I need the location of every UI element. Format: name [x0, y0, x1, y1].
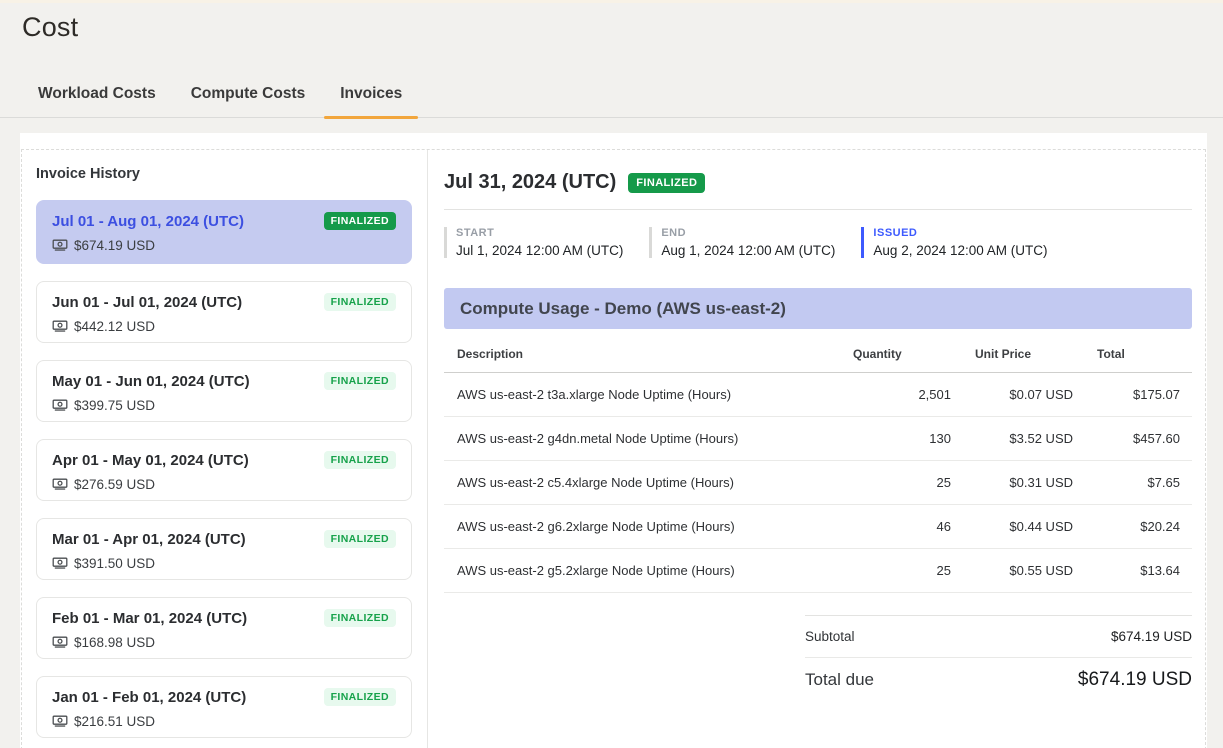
invoice-status-badge: FINALIZED: [324, 293, 396, 311]
cash-icon: [52, 476, 68, 492]
invoice-amount: $391.50 USD: [74, 556, 155, 571]
invoice-period: Apr 01 - May 01, 2024 (UTC): [52, 452, 249, 469]
tab-invoices[interactable]: Invoices: [338, 85, 404, 117]
invoice-period: Jun 01 - Jul 01, 2024 (UTC): [52, 294, 242, 311]
invoice-item-may[interactable]: May 01 - Jun 01, 2024 (UTC) FINALIZED $3…: [36, 360, 412, 422]
cell-unit-price: $3.52 USD: [963, 417, 1085, 461]
content-panel: Invoice History Jul 01 - Aug 01, 2024 (U…: [20, 133, 1207, 748]
invoice-period: Mar 01 - Apr 01, 2024 (UTC): [52, 531, 246, 548]
cell-quantity: 25: [841, 549, 963, 593]
subtotal-row: Subtotal $674.19 USD: [805, 616, 1192, 658]
subtotal-label: Subtotal: [805, 629, 855, 644]
status-badge: FINALIZED: [628, 173, 705, 193]
tab-compute-costs[interactable]: Compute Costs: [189, 85, 308, 117]
table-row: AWS us-east-2 g5.2xlarge Node Uptime (Ho…: [444, 549, 1192, 593]
stat-issued: ISSUED Aug 2, 2024 12:00 AM (UTC): [861, 227, 1047, 258]
invoice-status-badge: FINALIZED: [324, 451, 396, 469]
cell-total: $175.07: [1085, 373, 1192, 417]
invoice-item-apr[interactable]: Apr 01 - May 01, 2024 (UTC) FINALIZED $2…: [36, 439, 412, 501]
dashed-content-frame: Invoice History Jul 01 - Aug 01, 2024 (U…: [21, 149, 1206, 748]
invoice-status-badge: FINALIZED: [324, 688, 396, 706]
cell-total: $457.60: [1085, 417, 1192, 461]
table-row: AWS us-east-2 g6.2xlarge Node Uptime (Ho…: [444, 505, 1192, 549]
invoice-list: Jul 01 - Aug 01, 2024 (UTC) FINALIZED $6…: [36, 200, 412, 748]
invoice-history-sidebar: Invoice History Jul 01 - Aug 01, 2024 (U…: [22, 150, 428, 748]
invoice-amount: $276.59 USD: [74, 477, 155, 492]
top-strip: [0, 0, 1223, 3]
invoice-item-jan[interactable]: Jan 01 - Feb 01, 2024 (UTC) FINALIZED $2…: [36, 676, 412, 738]
stat-start-value: Jul 1, 2024 12:00 AM (UTC): [456, 243, 623, 258]
column-header-total: Total: [1085, 332, 1192, 373]
stat-start: START Jul 1, 2024 12:00 AM (UTC): [444, 227, 623, 258]
invoice-period: Feb 01 - Mar 01, 2024 (UTC): [52, 610, 247, 627]
header-divider: [444, 209, 1192, 210]
cash-icon: [52, 397, 68, 413]
cell-description: AWS us-east-2 g6.2xlarge Node Uptime (Ho…: [444, 505, 841, 549]
total-due-label: Total due: [805, 670, 874, 690]
cell-description: AWS us-east-2 c5.4xlarge Node Uptime (Ho…: [444, 461, 841, 505]
table-row: AWS us-east-2 g4dn.metal Node Uptime (Ho…: [444, 417, 1192, 461]
cell-total: $13.64: [1085, 549, 1192, 593]
cell-quantity: 130: [841, 417, 963, 461]
invoice-detail-panel: Jul 31, 2024 (UTC) FINALIZED START Jul 1…: [428, 150, 1205, 748]
invoice-summary: Subtotal $674.19 USD Total due $674.19 U…: [805, 615, 1192, 702]
cell-unit-price: $0.31 USD: [963, 461, 1085, 505]
stat-issued-value: Aug 2, 2024 12:00 AM (UTC): [873, 243, 1047, 258]
cash-icon: [52, 634, 68, 650]
total-due-row: Total due $674.19 USD: [805, 658, 1192, 702]
table-row: AWS us-east-2 c5.4xlarge Node Uptime (Ho…: [444, 461, 1192, 505]
invoice-status-badge: FINALIZED: [324, 609, 396, 627]
invoice-amount: $674.19 USD: [74, 238, 155, 253]
invoice-amount: $399.75 USD: [74, 398, 155, 413]
tab-bar: Workload Costs Compute Costs Invoices: [0, 70, 1223, 118]
invoice-item-mar[interactable]: Mar 01 - Apr 01, 2024 (UTC) FINALIZED $3…: [36, 518, 412, 580]
invoice-item-jul[interactable]: Jul 01 - Aug 01, 2024 (UTC) FINALIZED $6…: [36, 200, 412, 264]
cash-icon: [52, 713, 68, 729]
total-due-value: $674.19 USD: [1078, 669, 1192, 691]
cell-quantity: 2,501: [841, 373, 963, 417]
cell-quantity: 25: [841, 461, 963, 505]
cash-icon: [52, 318, 68, 334]
cell-description: AWS us-east-2 t3a.xlarge Node Uptime (Ho…: [444, 373, 841, 417]
cell-unit-price: $0.44 USD: [963, 505, 1085, 549]
invoice-status-badge: FINALIZED: [324, 372, 396, 390]
invoice-title: Jul 31, 2024 (UTC): [444, 171, 616, 194]
cell-total: $7.65: [1085, 461, 1192, 505]
table-header-row: Description Quantity Unit Price Total: [444, 332, 1192, 373]
stat-end: END Aug 1, 2024 12:00 AM (UTC): [649, 227, 835, 258]
stat-end-label: END: [661, 227, 835, 239]
column-header-description: Description: [444, 332, 841, 373]
cash-icon: [52, 237, 68, 253]
tab-workload-costs[interactable]: Workload Costs: [36, 85, 158, 117]
invoice-status-badge: FINALIZED: [324, 530, 396, 548]
stat-start-label: START: [456, 227, 623, 239]
invoice-dates: START Jul 1, 2024 12:00 AM (UTC) END Aug…: [444, 227, 1192, 258]
invoice-period: Jan 01 - Feb 01, 2024 (UTC): [52, 689, 246, 706]
stat-issued-label: ISSUED: [873, 227, 1047, 239]
cell-description: AWS us-east-2 g5.2xlarge Node Uptime (Ho…: [444, 549, 841, 593]
usage-table: Description Quantity Unit Price Total AW…: [444, 332, 1192, 593]
invoice-period: Jul 01 - Aug 01, 2024 (UTC): [52, 213, 244, 230]
sidebar-heading: Invoice History: [36, 162, 412, 182]
invoice-amount: $168.98 USD: [74, 635, 155, 650]
column-header-unit-price: Unit Price: [963, 332, 1085, 373]
invoice-period: May 01 - Jun 01, 2024 (UTC): [52, 373, 250, 390]
cell-description: AWS us-east-2 g4dn.metal Node Uptime (Ho…: [444, 417, 841, 461]
cash-icon: [52, 555, 68, 571]
cell-unit-price: $0.55 USD: [963, 549, 1085, 593]
invoice-status-badge: FINALIZED: [324, 212, 396, 230]
cell-unit-price: $0.07 USD: [963, 373, 1085, 417]
invoice-item-feb[interactable]: Feb 01 - Mar 01, 2024 (UTC) FINALIZED $1…: [36, 597, 412, 659]
section-header: Compute Usage - Demo (AWS us-east-2): [444, 288, 1192, 329]
invoice-item-jun[interactable]: Jun 01 - Jul 01, 2024 (UTC) FINALIZED $4…: [36, 281, 412, 343]
cell-total: $20.24: [1085, 505, 1192, 549]
invoice-amount: $442.12 USD: [74, 319, 155, 334]
column-header-quantity: Quantity: [841, 332, 963, 373]
invoice-amount: $216.51 USD: [74, 714, 155, 729]
stat-end-value: Aug 1, 2024 12:00 AM (UTC): [661, 243, 835, 258]
table-row: AWS us-east-2 t3a.xlarge Node Uptime (Ho…: [444, 373, 1192, 417]
page-title: Cost: [22, 12, 78, 43]
cell-quantity: 46: [841, 505, 963, 549]
subtotal-value: $674.19 USD: [1111, 629, 1192, 644]
